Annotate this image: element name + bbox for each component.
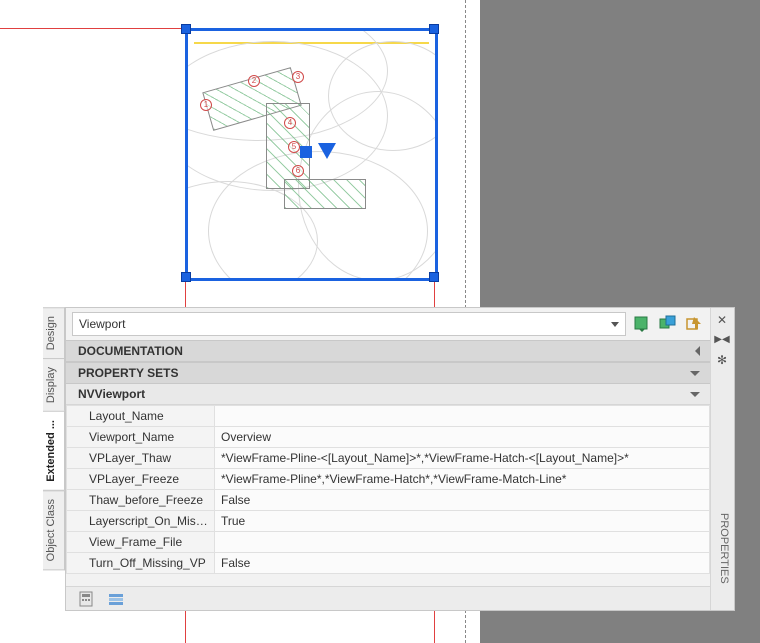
frame-number-ring: 3 <box>292 71 304 83</box>
chevron-left-icon <box>695 346 700 356</box>
selection-grip-top-right[interactable] <box>429 24 439 34</box>
property-row: Layout_Name <box>67 406 710 427</box>
section-documentation-label: DOCUMENTATION <box>78 344 183 358</box>
property-key: View_Frame_File <box>67 532 215 553</box>
object-type-value: Viewport <box>79 317 125 331</box>
tab-display[interactable]: Display <box>43 358 65 412</box>
property-row: Thaw_before_FreezeFalse <box>67 490 710 511</box>
property-key: Layout_Name <box>67 406 215 427</box>
select-similar-icon[interactable] <box>658 314 678 334</box>
property-row: View_Frame_File <box>67 532 710 553</box>
chevron-down-icon <box>690 392 700 397</box>
calculator-icon[interactable] <box>76 589 96 609</box>
section-property-sets[interactable]: PROPERTY SETS <box>66 362 710 384</box>
frame-number-ring: 2 <box>248 75 260 87</box>
frame-number-ring: 6 <box>292 165 304 177</box>
property-value[interactable]: False <box>215 553 710 574</box>
section-nvviewport-label: NVViewport <box>78 387 145 401</box>
property-set-data-icon[interactable] <box>106 589 126 609</box>
property-value[interactable]: *ViewFrame-Pline*,*ViewFrame-Hatch*,*Vie… <box>215 469 710 490</box>
selection-center-arrow-icon[interactable] <box>318 143 336 159</box>
section-documentation[interactable]: DOCUMENTATION <box>66 340 710 362</box>
property-row: VPLayer_Thaw*ViewFrame-Pline-<[Layout_Na… <box>67 448 710 469</box>
selection-grip-bottom-left[interactable] <box>181 272 191 282</box>
palette-body: Viewport DOCUMENTATION PROPERTY SETS NVV… <box>66 308 710 610</box>
toggle-pickadd-icon[interactable] <box>684 314 704 334</box>
property-value[interactable]: True <box>215 511 710 532</box>
frame-number-ring: 4 <box>284 117 296 129</box>
options-gear-icon[interactable]: ✻ <box>714 352 730 368</box>
layout-guide-top <box>0 28 185 29</box>
property-value[interactable]: False <box>215 490 710 511</box>
tab-design[interactable]: Design <box>43 307 65 359</box>
property-value[interactable]: Overview <box>215 427 710 448</box>
palette-right-strip: ✕ ▶◀ ✻ PROPERTIES <box>710 308 734 610</box>
properties-palette: ✕ ▶◀ ✻ PROPERTIES Viewport DOCUMENTATION <box>65 307 735 611</box>
property-value[interactable]: *ViewFrame-Pline-<[Layout_Name]>*,*ViewF… <box>215 448 710 469</box>
object-type-row: Viewport <box>66 308 710 340</box>
section-property-sets-label: PROPERTY SETS <box>78 366 178 380</box>
close-icon[interactable]: ✕ <box>714 312 730 328</box>
section-nvviewport[interactable]: NVViewport <box>66 384 710 405</box>
palette-title: PROPERTIES <box>714 498 730 598</box>
object-type-dropdown[interactable]: Viewport <box>72 312 626 336</box>
property-table: Layout_NameViewport_NameOverviewVPLayer_… <box>66 405 710 574</box>
chevron-down-icon <box>611 322 619 327</box>
selection-center-grip[interactable] <box>300 146 312 158</box>
chevron-down-icon <box>690 371 700 376</box>
property-key: Thaw_before_Freeze <box>67 490 215 511</box>
property-key: Viewport_Name <box>67 427 215 448</box>
palette-footer <box>66 586 710 610</box>
view-frame-box <box>284 179 366 209</box>
frame-number-ring: 5 <box>288 141 300 153</box>
property-row: Viewport_NameOverview <box>67 427 710 448</box>
properties-side-tabs: Design Display Extended ... Object Class <box>43 307 65 569</box>
tab-object-class[interactable]: Object Class <box>43 490 65 570</box>
selection-grip-bottom-right[interactable] <box>429 272 439 282</box>
property-value[interactable] <box>215 532 710 553</box>
property-row: Turn_Off_Missing_VPFalse <box>67 553 710 574</box>
property-key: VPLayer_Freeze <box>67 469 215 490</box>
property-key: Turn_Off_Missing_VP <box>67 553 215 574</box>
autohide-pin-icon[interactable]: ▶◀ <box>714 332 730 348</box>
property-key: Layerscript_On_Missi... <box>67 511 215 532</box>
selection-grip-top-left[interactable] <box>181 24 191 34</box>
tab-extended[interactable]: Extended ... <box>43 411 65 491</box>
property-value[interactable] <box>215 406 710 427</box>
property-key: VPLayer_Thaw <box>67 448 215 469</box>
quick-select-icon[interactable] <box>632 314 652 334</box>
frame-number-ring: 1 <box>200 99 212 111</box>
property-row: Layerscript_On_Missi...True <box>67 511 710 532</box>
property-row: VPLayer_Freeze*ViewFrame-Pline*,*ViewFra… <box>67 469 710 490</box>
